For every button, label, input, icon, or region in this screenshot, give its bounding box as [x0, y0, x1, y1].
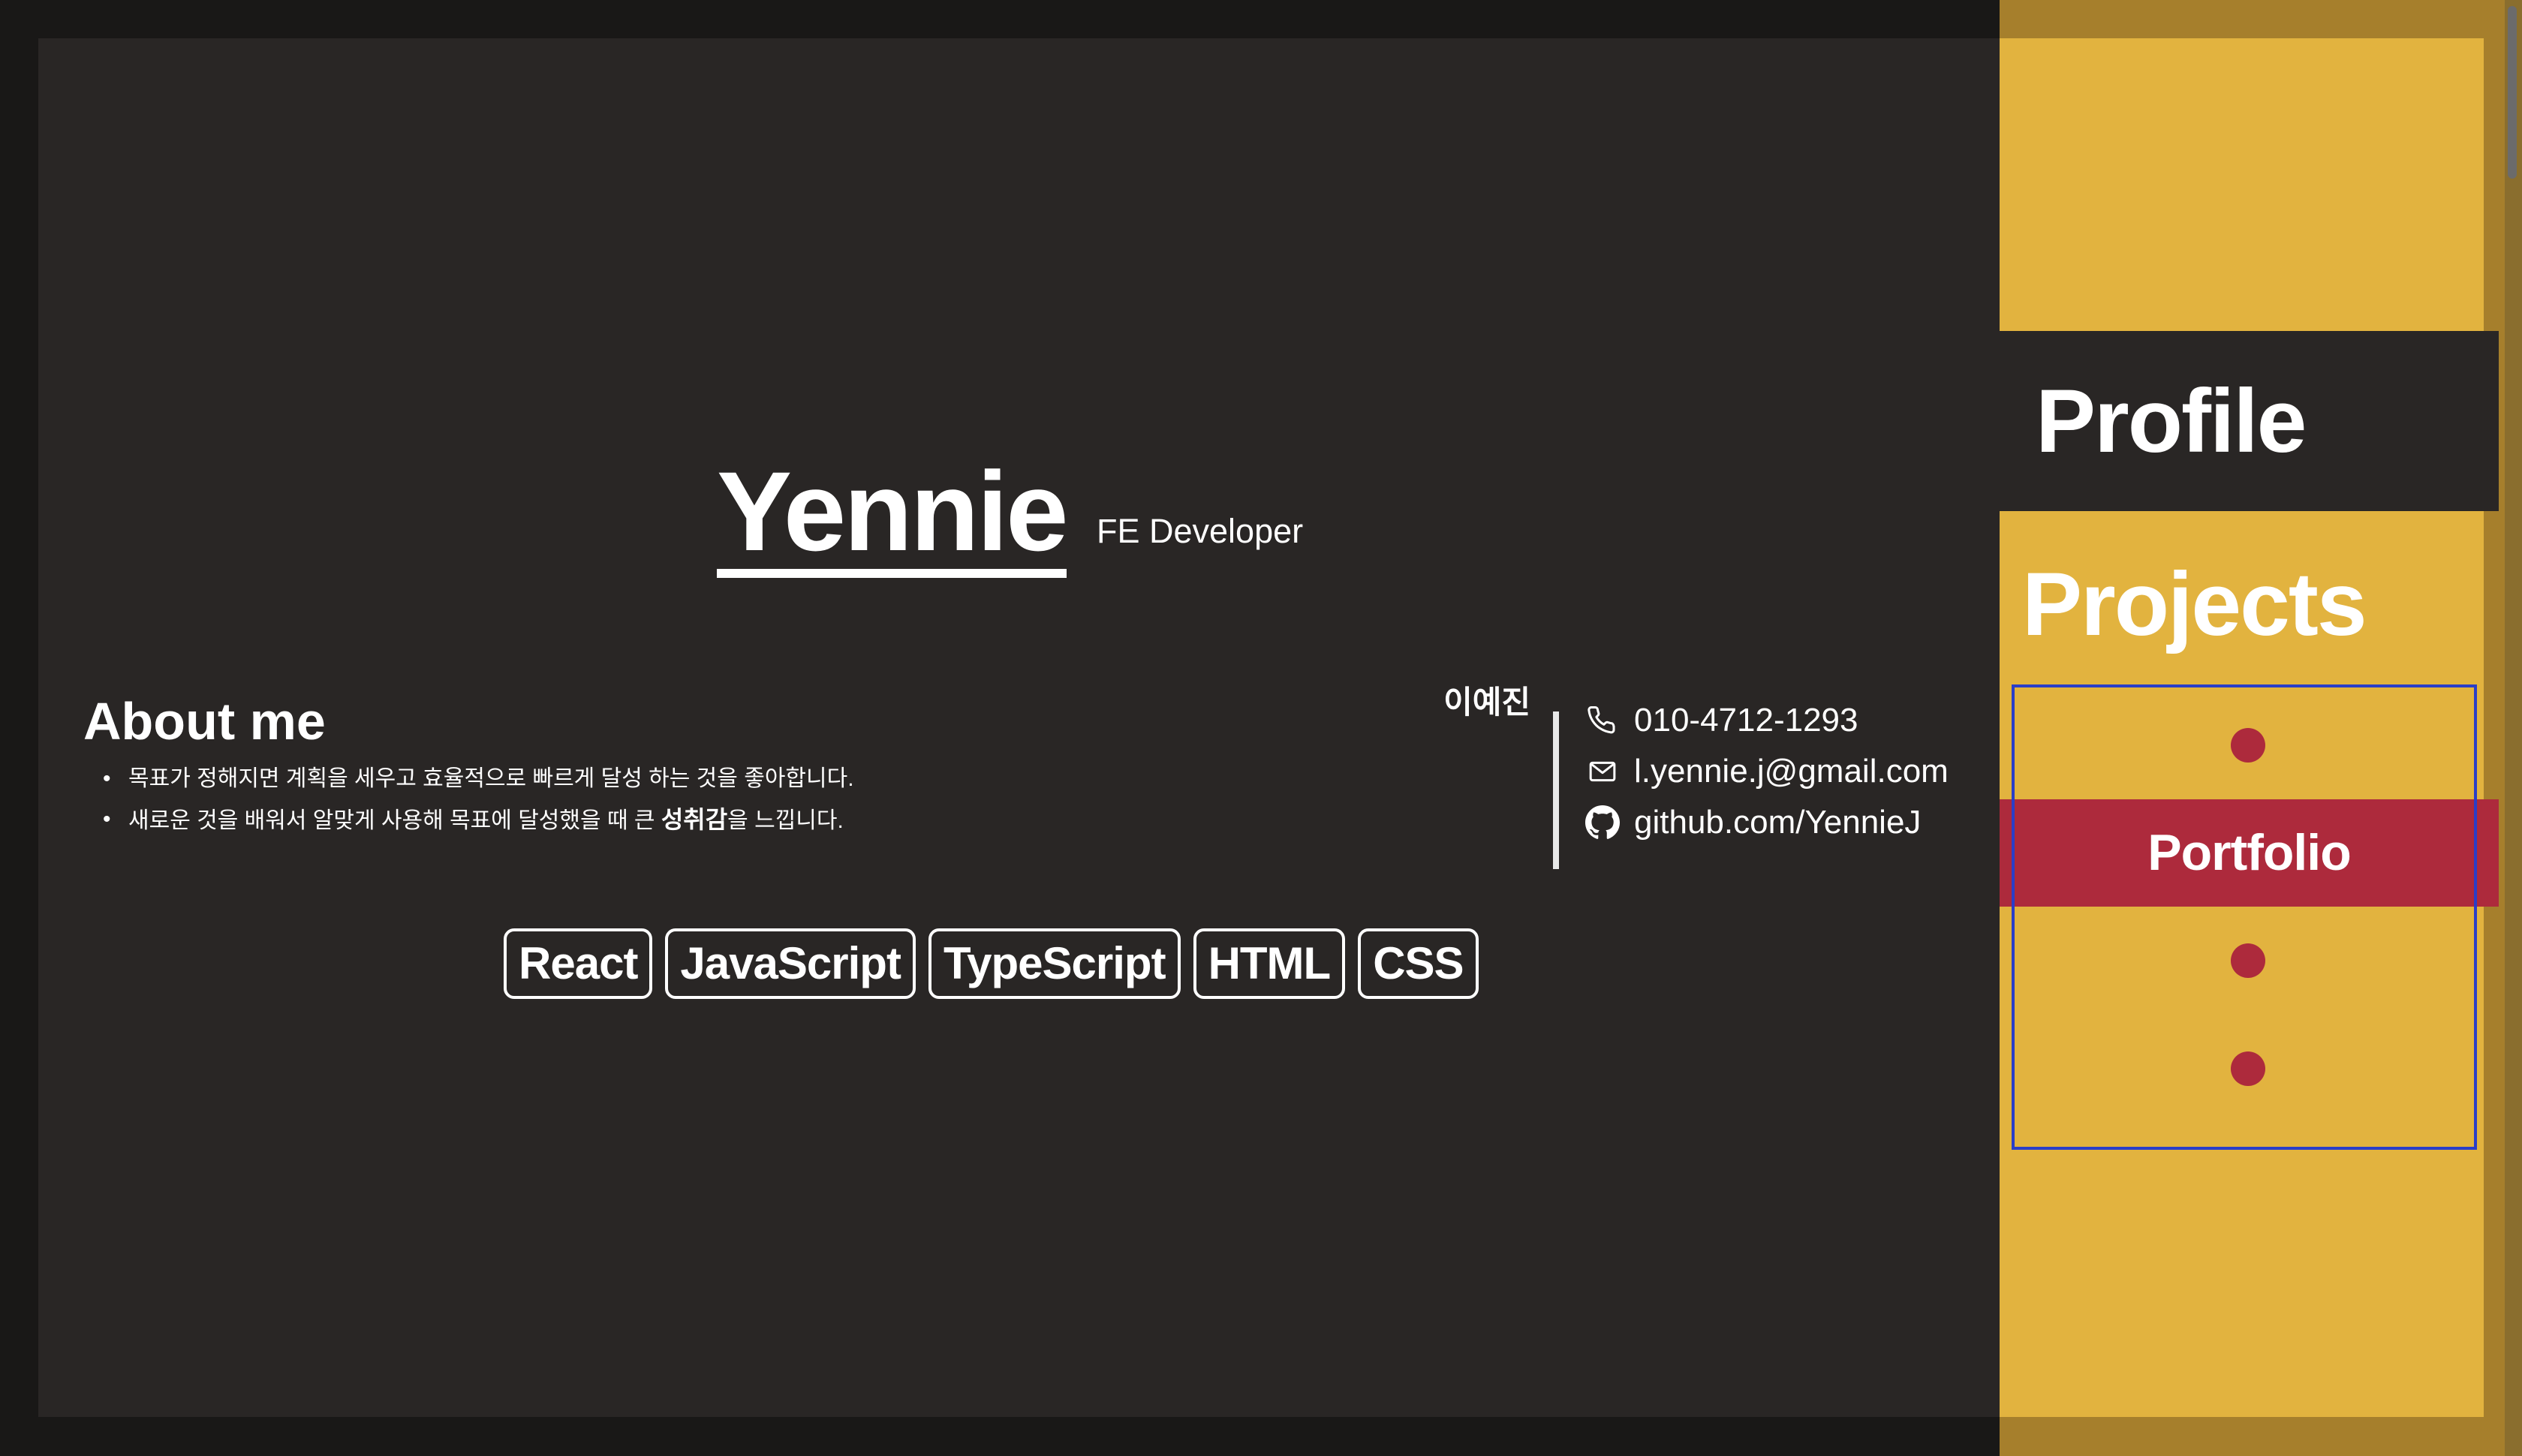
about-title: About me [83, 692, 326, 751]
nav-item-profile[interactable]: Profile [2000, 331, 2499, 511]
skill-badge: HTML [1193, 928, 1346, 999]
scrollbar-thumb[interactable] [2508, 6, 2517, 179]
skill-badge: CSS [1358, 928, 1479, 999]
skill-badge: React [504, 928, 653, 999]
nav-item-projects[interactable]: Projects [2022, 555, 2367, 653]
contact-block: 이예진 010-4712-1293 l.yennie.j@gmail.com g… [1395, 672, 1996, 869]
phone-icon [1583, 701, 1622, 740]
about-item-text: 목표가 정해지면 계획을 세우고 효율적으로 빠르게 달성 하는 것을 좋아합니… [128, 766, 854, 791]
role-subtitle: FE Developer [1097, 512, 1304, 550]
mail-icon [1583, 752, 1622, 791]
scrollbar-track[interactable] [2505, 0, 2522, 1456]
contact-list: 010-4712-1293 l.yennie.j@gmail.com githu… [1583, 695, 1949, 848]
about-item-emphasis: 성취감 [661, 806, 728, 833]
skill-badge: TypeScript [928, 928, 1181, 999]
phone-number: 010-4712-1293 [1634, 702, 1858, 739]
about-item-text-after: 을 느낍니다. [727, 808, 844, 833]
github-link[interactable]: github.com/YennieJ [1634, 804, 1921, 841]
profile-section: Yennie FE Developer About me 목표가 정해지면 계획… [38, 38, 2000, 1417]
projects-selection-box [2012, 684, 2477, 1150]
name-heading: Yennie [717, 455, 1069, 578]
about-item-text-before: 새로운 것을 배워서 알맞게 사용해 목표에 달성했을 때 큰 [128, 808, 661, 833]
email-address[interactable]: l.yennie.j@gmail.com [1634, 753, 1949, 790]
sidebar-nav: Profile Projects Portfolio [2000, 0, 2522, 1456]
github-icon [1583, 803, 1622, 842]
about-item: 목표가 정해지면 계획을 세우고 효율적으로 빠르게 달성 하는 것을 좋아합니… [83, 759, 1284, 799]
skill-badge: JavaScript [665, 928, 916, 999]
header: Yennie FE Developer [717, 455, 1303, 578]
korean-name: 이예진 [1443, 684, 1530, 720]
phone-row: 010-4712-1293 [1583, 695, 1949, 746]
divider [1553, 711, 1559, 869]
skills-list: React JavaScript TypeScript HTML CSS [504, 928, 1479, 999]
github-row: github.com/YennieJ [1583, 797, 1949, 848]
about-list: 목표가 정해지면 계획을 세우고 효율적으로 빠르게 달성 하는 것을 좋아합니… [83, 759, 1284, 841]
email-row: l.yennie.j@gmail.com [1583, 746, 1949, 797]
sidebar-top-edge [2000, 0, 2522, 38]
about-item: 새로운 것을 배워서 알맞게 사용해 목표에 달성했을 때 큰 성취감을 느낍니… [83, 799, 1284, 841]
about-section: About me 목표가 정해지면 계획을 세우고 효율적으로 빠르게 달성 하… [83, 684, 1284, 841]
sidebar-bottom-edge [2000, 1417, 2522, 1456]
